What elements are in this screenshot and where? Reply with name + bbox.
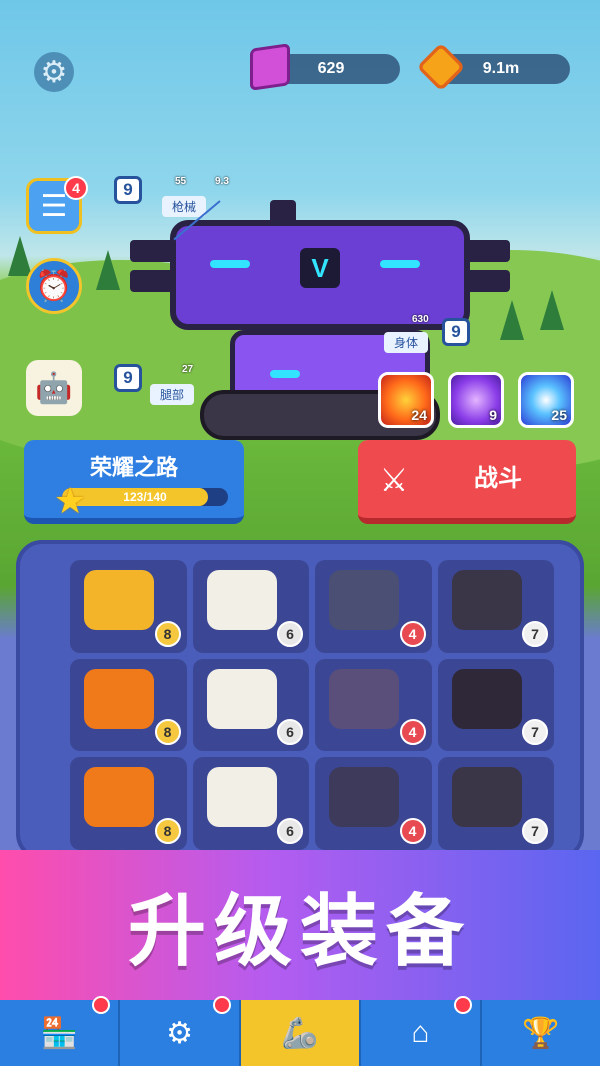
glory-road-progress-text: 123/140 <box>123 490 167 504</box>
clipboard-icon: ☰ <box>40 189 68 223</box>
drone-skill-count: 9 <box>489 407 497 423</box>
blaster-part-icon <box>329 570 399 630</box>
gem-count: 629 <box>317 60 345 77</box>
gem-icon <box>250 43 290 91</box>
inventory-slot[interactable]: 8 <box>70 658 187 752</box>
fire-skill-button[interactable]: 24 <box>378 372 434 428</box>
background-tree <box>96 250 120 290</box>
notification-dot <box>92 996 111 1014</box>
glory-road-button[interactable]: 荣耀之路 123/140 ★ <box>24 440 244 524</box>
item-level: 7 <box>522 620 548 647</box>
armor-part-icon <box>206 570 277 630</box>
robot-v-emblem: V <box>300 248 340 288</box>
robot-arm-icon: 🦾 <box>281 1016 319 1050</box>
promo-banner: 升级装备 <box>0 850 600 1000</box>
promo-banner-text: 升级装备 <box>127 887 472 975</box>
pilot-icon: 🤖 <box>35 371 73 405</box>
inventory-slot[interactable]: 7 <box>437 658 554 752</box>
glory-road-title: 荣耀之路 <box>89 455 178 480</box>
white-body-part-icon <box>206 668 277 729</box>
inventory-slot[interactable]: 6 <box>192 658 309 752</box>
purple-body-part-icon <box>329 668 399 729</box>
tab-parts[interactable]: ⚙ <box>120 996 241 1066</box>
item-level: 8 <box>154 620 181 647</box>
item-level: 4 <box>399 719 426 746</box>
white-legs-part-icon <box>206 767 277 828</box>
weapon-speed-stat: 9.3 <box>215 176 229 187</box>
inventory-slot[interactable]: 4 <box>315 560 432 653</box>
inventory-slot[interactable]: 8 <box>70 757 187 850</box>
inventory-slot[interactable]: 7 <box>437 560 554 653</box>
tab-garage[interactable]: ⌂ <box>361 996 482 1066</box>
legs-label[interactable]: 腿部 <box>150 384 195 405</box>
dark-legs-part-icon <box>451 767 522 828</box>
cannon-part-icon <box>84 570 154 630</box>
orange-gun-part-icon <box>84 767 154 828</box>
notification-dot <box>453 996 472 1014</box>
tab-assemble[interactable]: 🦾 <box>240 1000 362 1066</box>
fight-button[interactable]: ⚔ 战斗 <box>358 440 576 524</box>
item-level: 8 <box>154 817 181 844</box>
item-level: 7 <box>522 719 548 746</box>
drone-skill-button[interactable]: 9 <box>448 372 504 428</box>
item-level: 4 <box>399 620 426 647</box>
background-tree <box>540 290 564 330</box>
background-tree <box>8 236 32 276</box>
crossed-swords-icon: ⚔ <box>379 462 409 498</box>
item-level: 6 <box>277 620 303 647</box>
energy-skill-count: 25 <box>551 407 567 423</box>
coin-count: 9.1m <box>482 60 520 77</box>
inventory-slot[interactable]: 7 <box>437 757 554 850</box>
inventory-slot[interactable]: 6 <box>192 757 309 850</box>
energy-skill-button[interactable]: 25 <box>518 372 574 428</box>
fight-label: 战斗 <box>474 465 522 492</box>
trophy-icon: 🏆 <box>522 1016 560 1050</box>
weapon-level: 9 <box>114 176 142 204</box>
alarm-clock-icon: ⏰ <box>35 269 73 303</box>
gear-icon: ⚙ <box>40 55 68 89</box>
legs-speed-stat: 27 <box>182 364 194 375</box>
item-level: 7 <box>522 817 548 844</box>
claw-part-icon <box>451 570 522 630</box>
star-icon: ★ <box>54 480 87 521</box>
inventory-slot[interactable]: 4 <box>315 757 432 850</box>
missions-badge: 4 <box>64 176 88 200</box>
body-label[interactable]: 身体 <box>384 332 429 353</box>
background-tree <box>500 300 524 340</box>
orange-legs-part-icon <box>84 668 154 729</box>
tab-trophy[interactable]: 🏆 <box>482 1000 600 1066</box>
body-armor-stat: 630 <box>412 314 429 325</box>
fire-skill-count: 24 <box>411 407 427 423</box>
legs-level: 9 <box>114 364 142 392</box>
bottom-nav: 🏪 ⚙ 🦾 ⌂ 🏆 <box>0 996 600 1066</box>
game-screen: ⚙ 629 9.1m ☰ 4 ⏰ 🤖 V 9 55 9.3 枪械 630 9 身… <box>0 0 600 1066</box>
garage-icon: ⌂ <box>411 1016 430 1049</box>
coin-icon <box>416 42 466 92</box>
inventory-slot[interactable]: 8 <box>70 560 187 653</box>
timed-reward-button[interactable]: ⏰ <box>26 258 82 314</box>
inventory-slot[interactable]: 6 <box>192 560 309 653</box>
weapon-label[interactable]: 枪械 <box>162 196 207 217</box>
pilot-button[interactable]: 🤖 <box>26 360 82 416</box>
inventory-slot[interactable]: 4 <box>315 658 432 752</box>
weapon-attack-stat: 55 <box>175 176 187 187</box>
dark-body-part-icon <box>451 668 522 729</box>
robot-light <box>270 370 300 378</box>
notification-dot <box>212 996 231 1014</box>
purple-legs-part-icon <box>329 767 399 828</box>
gear-part-icon: ⚙ <box>166 1016 194 1050</box>
shop-icon: 🏪 <box>40 1016 78 1050</box>
tab-shop[interactable]: 🏪 <box>0 996 121 1066</box>
body-level: 9 <box>442 318 470 346</box>
item-level: 4 <box>399 817 426 844</box>
inventory-grid: 8 6 4 7 8 6 4 7 8 6 4 7 <box>70 560 554 850</box>
robot-light <box>380 260 420 268</box>
item-level: 6 <box>277 719 303 746</box>
item-level: 6 <box>277 817 303 844</box>
robot-light <box>210 260 250 268</box>
item-level: 8 <box>154 719 181 746</box>
settings-button[interactable]: ⚙ <box>34 52 74 92</box>
